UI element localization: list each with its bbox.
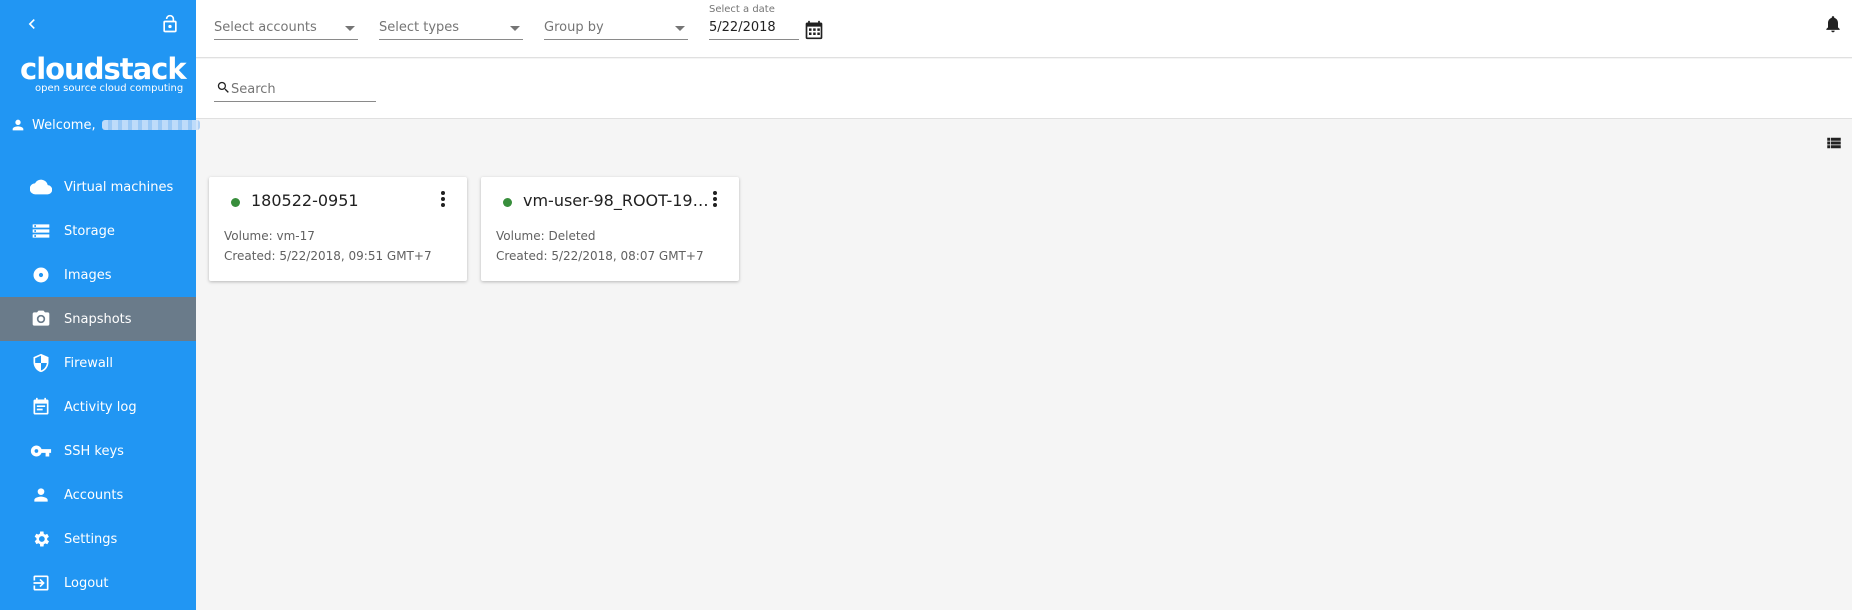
snapshot-name: vm-user-98_ROOT-1992... xyxy=(523,191,715,210)
cloud-icon xyxy=(30,176,52,198)
accounts-select[interactable]: Select accounts xyxy=(214,16,358,40)
status-dot xyxy=(503,198,512,207)
welcome-text: Welcome, xyxy=(32,117,96,133)
sidebar-item-label: Images xyxy=(64,267,112,283)
sidebar-item-settings[interactable]: Settings xyxy=(0,517,196,561)
sidebar-item-accounts[interactable]: Accounts xyxy=(0,473,196,517)
camera-icon xyxy=(30,308,52,330)
sidebar-nav: Virtual machines Storage Images Snapshot… xyxy=(0,165,196,605)
person-icon xyxy=(12,119,24,131)
sidebar-item-label: SSH keys xyxy=(64,443,124,459)
sidebar-item-label: Firewall xyxy=(64,355,114,371)
snapshot-card[interactable]: vm-user-98_ROOT-1992... Volume: Deleted … xyxy=(481,177,739,281)
search-input[interactable] xyxy=(231,82,371,97)
search-field[interactable] xyxy=(214,76,376,102)
sidebar-item-logout[interactable]: Logout xyxy=(0,561,196,605)
types-select[interactable]: Select types xyxy=(379,16,523,40)
more-vert-icon[interactable] xyxy=(439,191,447,209)
sidebar-item-label: Settings xyxy=(64,531,118,547)
username-redacted xyxy=(101,120,200,130)
caret-down-icon xyxy=(345,26,355,31)
storage-icon xyxy=(30,220,52,242)
sidebar-item-label: Storage xyxy=(64,223,115,239)
key-icon xyxy=(30,440,52,462)
sidebar-item-label: Virtual machines xyxy=(64,179,174,195)
search-bar xyxy=(196,59,1852,119)
sidebar-item-images[interactable]: Images xyxy=(0,253,196,297)
sidebar-item-ssh-keys[interactable]: SSH keys xyxy=(0,429,196,473)
sidebar-item-storage[interactable]: Storage xyxy=(0,209,196,253)
cloudstack-logo: cloudstack open source cloud computing xyxy=(20,52,187,98)
welcome-user: Welcome, xyxy=(10,117,200,133)
logo-title: cloudstack xyxy=(20,52,187,86)
sidebar-item-label: Activity log xyxy=(64,399,137,415)
caret-down-icon xyxy=(510,26,520,31)
accounts-select-placeholder: Select accounts xyxy=(214,20,317,35)
status-dot xyxy=(231,198,240,207)
sidebar-item-snapshots[interactable]: Snapshots xyxy=(0,297,196,341)
more-vert-icon[interactable] xyxy=(711,191,719,209)
disc-icon xyxy=(30,264,52,286)
lock-open-icon[interactable] xyxy=(160,13,180,35)
snapshot-created: Created: 5/22/2018, 09:51 GMT+7 xyxy=(224,249,432,263)
sidebar-item-label: Accounts xyxy=(64,487,124,503)
list-view-icon[interactable] xyxy=(1825,134,1843,152)
search-icon xyxy=(217,81,229,93)
snapshot-card[interactable]: 180522-0951 Volume: vm-17 Created: 5/22/… xyxy=(209,177,467,281)
sidebar-item-virtual-machines[interactable]: Virtual machines xyxy=(0,165,196,209)
date-field-label: Select a date xyxy=(709,4,775,15)
chevron-left-icon[interactable] xyxy=(22,14,42,34)
shield-icon xyxy=(30,352,52,374)
types-select-placeholder: Select types xyxy=(379,20,460,35)
snapshot-volume: Volume: Deleted xyxy=(496,229,596,243)
gear-icon xyxy=(30,528,52,550)
sidebar-item-firewall[interactable]: Firewall xyxy=(0,341,196,385)
person-icon xyxy=(30,484,52,506)
sidebar-item-label: Snapshots xyxy=(64,311,132,327)
sidebar: cloudstack open source cloud computing W… xyxy=(0,0,200,610)
snapshot-name: 180522-0951 xyxy=(251,191,359,210)
calendar-icon[interactable] xyxy=(804,20,824,40)
snapshot-volume: Volume: vm-17 xyxy=(224,229,315,243)
group-by-select-placeholder: Group by xyxy=(544,20,604,35)
caret-down-icon xyxy=(675,26,685,31)
calendar-list-icon xyxy=(30,396,52,418)
sidebar-item-activity-log[interactable]: Activity log xyxy=(0,385,196,429)
snapshot-created: Created: 5/22/2018, 08:07 GMT+7 xyxy=(496,249,704,263)
logout-icon xyxy=(30,572,52,594)
date-input[interactable]: 5/22/2018 xyxy=(709,16,799,40)
bell-icon[interactable] xyxy=(1823,14,1843,34)
logo-subtitle: open source cloud computing xyxy=(35,83,184,94)
filter-bar: Select accounts Select types Group by Se… xyxy=(196,0,1852,58)
sidebar-header xyxy=(0,0,196,50)
group-by-select[interactable]: Group by xyxy=(544,16,688,40)
sidebar-item-label: Logout xyxy=(64,575,109,591)
